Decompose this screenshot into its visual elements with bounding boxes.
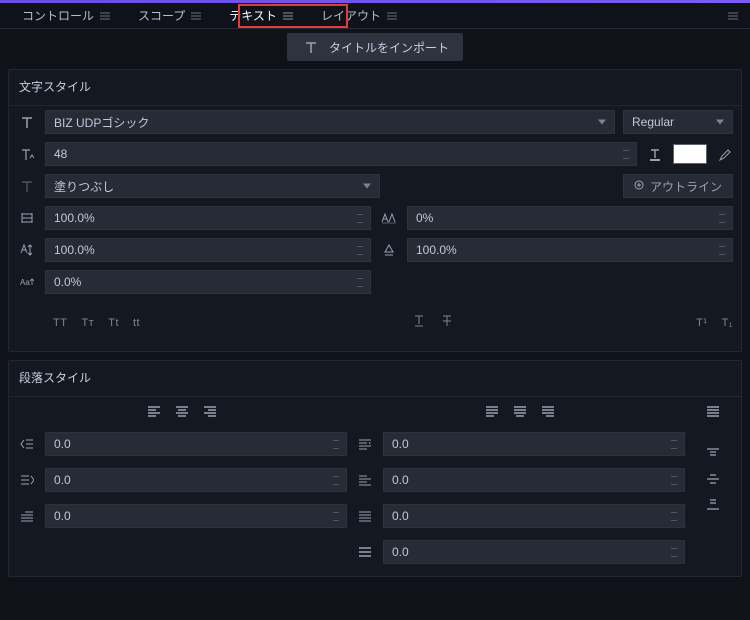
font-style-value: Regular (632, 115, 674, 129)
text-color-swatch[interactable] (673, 144, 707, 164)
case-sentence-button[interactable]: Tt (108, 317, 119, 329)
line-height-value: 100.0% (416, 243, 457, 257)
tab-label: テキスト (229, 7, 277, 24)
space-before-input[interactable]: 0.0 (383, 432, 685, 456)
space-after-input[interactable]: 0.0 (383, 468, 685, 492)
eyedropper-icon[interactable] (715, 145, 733, 163)
tracking-icon (379, 208, 399, 228)
fill-select[interactable]: 塗りつぶし (45, 174, 380, 198)
hscale-input[interactable]: 100.0% (45, 206, 371, 230)
import-title-button[interactable]: タイトルをインポート (287, 33, 463, 61)
valign-top-icon[interactable] (706, 447, 720, 464)
text-icon (301, 37, 321, 57)
baseline-input[interactable]: 0.0% (45, 270, 371, 294)
align-right-icon[interactable] (203, 405, 217, 420)
para-extra2-value: 0.0 (392, 545, 409, 559)
indent-right-input[interactable]: 0.0 (45, 468, 347, 492)
line-height-input[interactable]: 100.0% (407, 238, 733, 262)
first-line-value: 0.0 (54, 509, 71, 523)
line-height-icon (379, 240, 399, 260)
tab-bar: コントロール スコープ テキスト レイアウト (0, 3, 750, 29)
case-title-button[interactable]: Tᴛ (81, 317, 94, 329)
tab-label: スコープ (138, 7, 185, 24)
vscale-value: 100.0% (54, 243, 95, 257)
first-line-icon (17, 506, 37, 526)
plus-icon (634, 179, 644, 193)
superscript-button[interactable]: T¹ (696, 317, 707, 329)
fill-type-icon (17, 176, 37, 196)
font-style-select[interactable]: Regular (623, 110, 733, 134)
text-color-icon (645, 144, 665, 164)
strikethrough-icon[interactable] (441, 314, 453, 331)
first-line-input[interactable]: 0.0 (45, 504, 347, 528)
outline-label: アウトライン (650, 178, 722, 195)
space-after-value: 0.0 (392, 473, 409, 487)
space-before-icon (355, 434, 375, 454)
para-extra2-icon (355, 542, 375, 562)
para-extra2-input[interactable]: 0.0 (383, 540, 685, 564)
font-family-select[interactable]: BIZ UDPゴシック (45, 110, 615, 134)
hscale-icon (17, 208, 37, 228)
align-center-icon[interactable] (175, 405, 189, 420)
vscale-input[interactable]: 100.0% (45, 238, 371, 262)
font-size-icon (17, 144, 37, 164)
character-style-panel: 文字スタイル BIZ UDPゴシック Regular 48 塗りつぶし アウトラ… (8, 69, 742, 352)
para-style-title: 段落スタイル (9, 361, 741, 397)
tab-label: レイアウト (321, 7, 381, 24)
valign-bottom-icon[interactable] (706, 497, 720, 514)
justify-right-icon[interactable] (541, 405, 555, 420)
indent-left-icon (17, 434, 37, 454)
para-extra1-input[interactable]: 0.0 (383, 504, 685, 528)
space-after-icon (355, 470, 375, 490)
case-lower-button[interactable]: tt (133, 317, 140, 329)
justify-left-icon[interactable] (485, 405, 499, 420)
font-family-value: BIZ UDPゴシック (54, 114, 149, 131)
font-icon (17, 112, 37, 132)
vscale-icon (17, 240, 37, 260)
tab-text[interactable]: テキスト (215, 3, 307, 28)
char-style-title: 文字スタイル (9, 70, 741, 106)
menu-icon (191, 12, 201, 20)
indent-left-input[interactable]: 0.0 (45, 432, 347, 456)
svg-text:Aa: Aa (20, 278, 30, 287)
indent-left-value: 0.0 (54, 437, 71, 451)
justify-center-icon[interactable] (513, 405, 527, 420)
tab-scope[interactable]: スコープ (124, 3, 215, 28)
baseline-icon: Aa (17, 272, 37, 292)
indent-right-icon (17, 470, 37, 490)
tracking-input[interactable]: 0% (407, 206, 733, 230)
subscript-button[interactable]: T₁ (722, 317, 733, 329)
valign-middle-icon[interactable] (706, 472, 720, 489)
panel-menu-icon[interactable] (728, 11, 742, 21)
font-size-value: 48 (54, 147, 67, 161)
tab-label: コントロール (22, 7, 94, 24)
tab-control[interactable]: コントロール (8, 3, 124, 28)
tracking-value: 0% (416, 211, 433, 225)
para-extra1-value: 0.0 (392, 509, 409, 523)
paragraph-style-panel: 段落スタイル 0.0 0.0 (8, 360, 742, 577)
import-button-label: タイトルをインポート (329, 39, 449, 56)
indent-right-value: 0.0 (54, 473, 71, 487)
underline-icon[interactable] (413, 314, 425, 331)
add-outline-button[interactable]: アウトライン (623, 174, 733, 198)
menu-icon (283, 12, 293, 20)
para-extra1-icon (355, 506, 375, 526)
fill-value: 塗りつぶし (54, 178, 114, 195)
tab-layout[interactable]: レイアウト (307, 3, 411, 28)
baseline-value: 0.0% (54, 275, 81, 289)
space-before-value: 0.0 (392, 437, 409, 451)
menu-icon (387, 12, 397, 20)
justify-full-icon[interactable] (706, 405, 720, 420)
menu-icon (100, 12, 110, 20)
align-left-icon[interactable] (147, 405, 161, 420)
case-upper-button[interactable]: TT (53, 317, 67, 329)
font-size-input[interactable]: 48 (45, 142, 637, 166)
hscale-value: 100.0% (54, 211, 95, 225)
